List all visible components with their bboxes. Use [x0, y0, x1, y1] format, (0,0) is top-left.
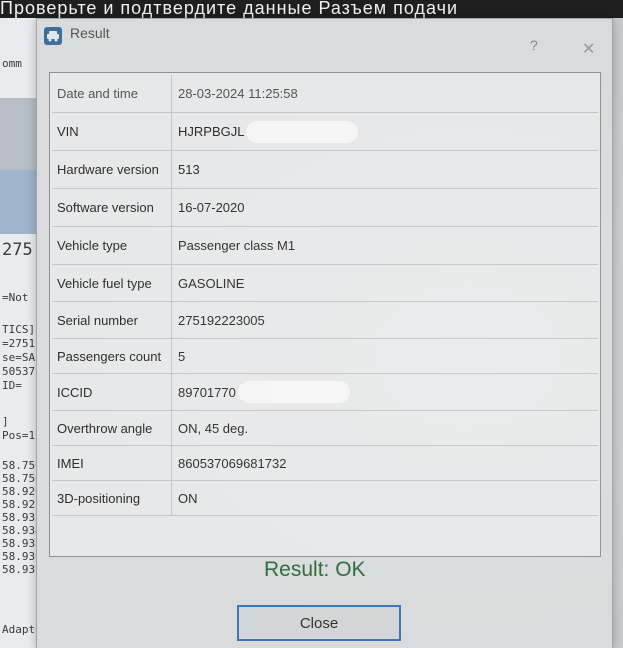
result-status: Result: OK — [264, 558, 366, 581]
car-icon — [44, 27, 62, 45]
table-row: Software version 16-07-2020 — [52, 189, 598, 227]
background-text: =Not — [2, 291, 29, 304]
close-icon[interactable]: ✕ — [582, 39, 595, 59]
background-text: ] — [2, 415, 9, 428]
row-label: Hardware version — [52, 151, 172, 188]
result-rows: Date and time 28-03-2024 11:25:58 VIN HJ… — [52, 75, 598, 516]
background-text: ID= — [2, 379, 22, 392]
table-row: Vehicle fuel type GASOLINE — [52, 265, 598, 302]
row-label: VIN — [52, 113, 172, 150]
row-value: ON, 45 deg. — [178, 420, 249, 436]
row-value: Passenger class M1 — [178, 238, 296, 253]
row-label: Passengers count — [52, 339, 172, 373]
table-row: Serial number 275192223005 — [52, 302, 598, 339]
table-row: ICCID 89701770 — [52, 374, 598, 411]
row-label: Date and time — [52, 75, 172, 112]
row-label: IMEI — [52, 446, 172, 480]
background-top-bar: Проверьте и подтвердите данные Разъем по… — [0, 0, 623, 18]
row-label: ICCID — [52, 374, 172, 410]
row-label: Serial number — [52, 302, 172, 338]
table-row: Overthrow angle ON, 45 deg. — [52, 411, 598, 446]
row-value-cell: HJRPBGJL — [172, 113, 598, 150]
row-label: Overthrow angle — [52, 411, 172, 445]
background-text: 275 — [2, 240, 33, 260]
row-label: Vehicle fuel type — [52, 265, 172, 301]
result-table: Date and time 28-03-2024 11:25:58 VIN HJ… — [49, 72, 601, 557]
table-row: Passengers count 5 — [52, 339, 598, 374]
row-value: 89701770 — [178, 384, 236, 400]
row-value: 860537069681732 — [178, 455, 287, 471]
table-row: VIN HJRPBGJL — [52, 113, 598, 151]
table-row: Date and time 28-03-2024 11:25:58 — [52, 75, 598, 113]
background-text: se=SA — [2, 351, 36, 364]
dialog-title: Result — [70, 25, 110, 41]
result-dialog: Result ? ✕ Date and time 28-03-2024 11:2… — [36, 18, 613, 648]
row-value: 28-03-2024 11:25:58 — [178, 86, 298, 101]
row-value: ON — [178, 490, 198, 506]
background-text: 50537 — [2, 365, 36, 378]
background-text: TICS] — [2, 323, 36, 336]
background-top-text: Проверьте и подтвердите данные Разъем по… — [0, 0, 459, 18]
row-value: 513 — [178, 162, 200, 177]
row-value: 16-07-2020 — [178, 200, 245, 215]
table-row: IMEI 860537069681732 — [52, 446, 598, 481]
table-row: Vehicle type Passenger class M1 — [52, 227, 598, 265]
row-value: 275192223005 — [178, 312, 265, 328]
screen: Проверьте и подтвердите данные Разъем по… — [0, 0, 623, 648]
row-value: 5 — [178, 348, 186, 364]
dialog-titlebar[interactable]: Result ? ✕ — [37, 19, 612, 59]
close-button[interactable]: Close — [237, 605, 401, 641]
redaction-mark — [246, 120, 359, 143]
redaction-mark — [237, 381, 350, 403]
background-text: Pos=1 — [2, 429, 36, 442]
table-row: Hardware version 513 — [52, 151, 598, 189]
help-button[interactable]: ? — [530, 37, 538, 53]
row-value-cell: 89701770 — [172, 374, 598, 410]
row-label: 3D-positioning — [52, 481, 172, 515]
table-row: 3D-positioning ON — [52, 481, 598, 516]
row-label: Software version — [52, 189, 172, 226]
background-text: =2751 — [2, 337, 36, 350]
row-label: Vehicle type — [52, 227, 172, 264]
row-value: HJRPBGJL — [178, 124, 245, 139]
row-value: GASOLINE — [178, 275, 245, 291]
background-text: omm — [2, 57, 22, 70]
